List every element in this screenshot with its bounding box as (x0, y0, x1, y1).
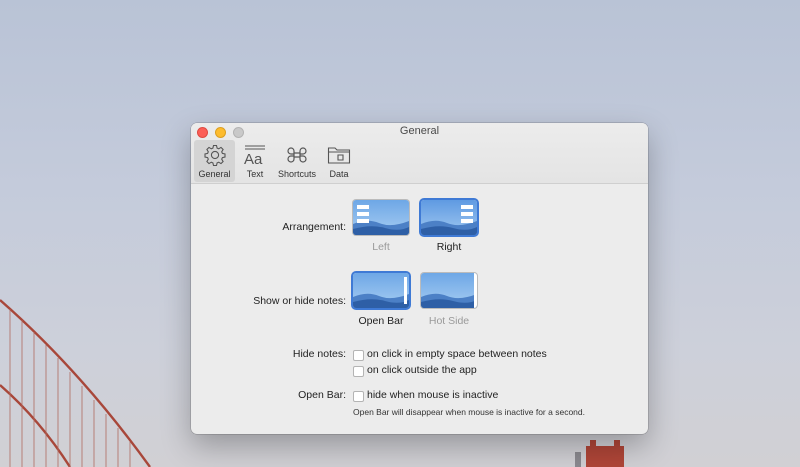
general-pane: Arrangement: Left Right Show or hide not… (191, 185, 648, 434)
hide-notes-label: Hide notes: (292, 348, 346, 360)
tab-data[interactable]: Data (319, 140, 359, 182)
open-bar-option[interactable] (353, 273, 409, 308)
open-bar-preview (353, 273, 409, 308)
hide-when-inactive-text: hide when mouse is inactive (367, 389, 499, 401)
tab-text-label: Text (246, 169, 264, 179)
tab-general[interactable]: General (194, 140, 235, 182)
title-bar: General General Aa Text Shortcuts Data (191, 123, 648, 184)
arrangement-left-preview (353, 200, 409, 235)
folder-icon (327, 147, 351, 164)
arrangement-left-label: Left (372, 241, 390, 253)
open-bar-note: Open Bar will disappear when mouse is in… (353, 407, 585, 417)
svg-text:Aa: Aa (244, 151, 263, 167)
open-bar-section-label: Open Bar: (298, 389, 346, 401)
hide-on-outside-click-checkbox[interactable] (353, 366, 364, 377)
hide-on-empty-space-text: on click in empty space between notes (367, 348, 547, 360)
arrangement-right-label: Right (436, 241, 462, 253)
command-icon (287, 147, 307, 163)
hide-when-inactive-checkbox[interactable] (353, 391, 364, 402)
hot-side-label: Hot Side (428, 315, 470, 327)
tab-shortcuts-label: Shortcuts (277, 169, 317, 179)
hide-on-empty-space-checkbox[interactable] (353, 350, 364, 361)
tab-data-label: Data (329, 169, 349, 179)
hide-on-outside-click-text: on click outside the app (367, 364, 477, 376)
tab-general-label: General (198, 169, 231, 179)
gear-icon (203, 144, 226, 167)
preferences-toolbar: General Aa Text Shortcuts Data (194, 140, 359, 182)
arrangement-label: Arrangement: (282, 221, 346, 233)
arrangement-right-preview (421, 200, 477, 235)
tab-text[interactable]: Aa Text (235, 140, 275, 182)
text-format-icon: Aa (244, 145, 265, 167)
arrangement-left-option[interactable] (353, 200, 409, 235)
show-hide-label: Show or hide notes: (253, 295, 346, 307)
preferences-window: General General Aa Text Shortcuts Data A… (191, 123, 648, 434)
hot-side-option[interactable] (421, 273, 477, 308)
hot-side-preview (421, 273, 477, 308)
tab-shortcuts[interactable]: Shortcuts (275, 140, 319, 182)
arrangement-right-option[interactable] (421, 200, 477, 235)
open-bar-label: Open Bar (358, 315, 404, 327)
window-title: General (399, 125, 440, 137)
